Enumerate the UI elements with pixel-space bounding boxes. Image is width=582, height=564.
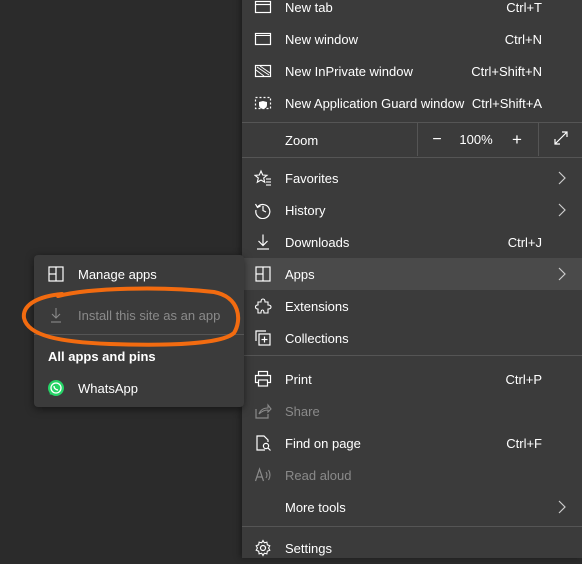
menu-item-label: Collections xyxy=(285,331,349,346)
menu-item-extensions[interactable]: Extensions xyxy=(242,290,582,322)
all-apps-heading: All apps and pins xyxy=(48,349,156,364)
menu-item-shortcut: Ctrl+P xyxy=(505,372,542,387)
menu-item-label: Read aloud xyxy=(285,468,352,483)
menu-item-label: Apps xyxy=(285,267,315,282)
apps-icon xyxy=(254,265,272,283)
menu-item-collections[interactable]: Collections xyxy=(242,322,582,354)
menu-item-new-application-guard-window[interactable]: New Application Guard window Ctrl+Shift+… xyxy=(242,87,582,119)
menu-item-label: New tab xyxy=(285,0,333,15)
menu-divider xyxy=(242,355,582,356)
chevron-right-icon xyxy=(556,203,568,217)
menu-item-shortcut: Ctrl+T xyxy=(506,0,542,15)
menu-item-label: History xyxy=(285,203,326,218)
fullscreen-button[interactable] xyxy=(538,123,582,156)
menu-item-more-tools[interactable]: More tools xyxy=(242,491,582,523)
menu-item-find-on-page[interactable]: Find on page Ctrl+F xyxy=(242,427,582,459)
menu-item-label: Downloads xyxy=(285,235,350,250)
menu-item-history[interactable]: History xyxy=(242,194,582,226)
menu-divider xyxy=(242,157,582,158)
menu-item-read-aloud[interactable]: Read aloud xyxy=(242,459,582,491)
menu-divider xyxy=(242,526,582,527)
favorites-icon xyxy=(254,169,272,187)
apps-submenu: Manage apps Install this site as an app … xyxy=(34,255,244,407)
gear-icon xyxy=(254,539,272,557)
share-icon xyxy=(254,402,272,420)
menu-item-label: More tools xyxy=(285,500,346,515)
print-icon xyxy=(254,370,272,388)
menu-item-label: New InPrivate window xyxy=(285,64,413,79)
chevron-right-icon xyxy=(556,500,568,514)
menu-item-apps[interactable]: Apps xyxy=(242,258,582,290)
menu-item-label: Extensions xyxy=(285,299,349,314)
menu-item-new-inprivate-window[interactable]: New InPrivate window Ctrl+Shift+N xyxy=(242,55,582,87)
minus-icon: − xyxy=(432,130,442,148)
plus-icon: + xyxy=(512,129,522,149)
history-icon xyxy=(254,201,272,219)
menu-item-label: Share xyxy=(285,404,320,419)
menu-item-shortcut: Ctrl+Shift+A xyxy=(471,96,542,111)
download-icon xyxy=(47,306,65,324)
menu-item-settings[interactable]: Settings xyxy=(242,532,582,564)
menu-item-favorites[interactable]: Favorites xyxy=(242,162,582,194)
zoom-control: Zoom − 100% + xyxy=(242,123,582,157)
menu-item-label: Favorites xyxy=(285,171,339,186)
menu-item-shortcut: Ctrl+J xyxy=(507,235,542,250)
apps-icon xyxy=(47,265,65,283)
menu-item-shortcut: Ctrl+Shift+N xyxy=(471,64,542,79)
browser-settings-menu: New tab Ctrl+T New window Ctrl+N New InP… xyxy=(242,0,582,558)
menu-item-label: Settings xyxy=(285,541,332,556)
menu-item-label: New window xyxy=(285,32,358,47)
menu-item-new-tab[interactable]: New tab Ctrl+T xyxy=(242,0,582,23)
whatsapp-label: WhatsApp xyxy=(78,381,138,396)
menu-item-shortcut: Ctrl+F xyxy=(506,436,542,451)
menu-item-new-window[interactable]: New window Ctrl+N xyxy=(242,23,582,55)
read-aloud-icon xyxy=(254,466,272,484)
inprivate-icon xyxy=(254,62,272,80)
menu-item-label: New Application Guard window xyxy=(285,96,465,111)
extensions-icon xyxy=(254,297,272,315)
menu-item-print[interactable]: Print Ctrl+P xyxy=(242,363,582,395)
install-site-label: Install this site as an app xyxy=(78,308,221,323)
new-window-icon xyxy=(254,30,272,48)
zoom-label: Zoom xyxy=(285,133,319,148)
manage-apps-label: Manage apps xyxy=(78,267,157,282)
menu-item-downloads[interactable]: Downloads Ctrl+J xyxy=(242,226,582,258)
download-icon xyxy=(254,233,272,251)
menu-item-share[interactable]: Share xyxy=(242,395,582,427)
application-guard-icon xyxy=(254,94,272,112)
submenu-divider xyxy=(34,334,244,335)
menu-item-label: Print xyxy=(285,372,312,387)
find-icon xyxy=(254,434,272,452)
zoom-out-button[interactable]: − xyxy=(417,123,456,156)
whatsapp-icon xyxy=(47,379,65,397)
chevron-right-icon xyxy=(556,171,568,185)
new-tab-icon xyxy=(254,0,272,16)
whatsapp-app-item[interactable]: WhatsApp xyxy=(34,373,244,403)
zoom-value: 100% xyxy=(459,132,493,147)
zoom-level: 100% xyxy=(455,123,497,156)
install-site-as-app-item[interactable]: Install this site as an app xyxy=(34,300,244,330)
menu-item-shortcut: Ctrl+N xyxy=(504,32,542,47)
chevron-right-icon xyxy=(556,267,568,281)
fullscreen-icon xyxy=(553,130,569,149)
manage-apps-item[interactable]: Manage apps xyxy=(34,259,244,289)
collections-icon xyxy=(254,329,272,347)
menu-item-label: Find on page xyxy=(285,436,361,451)
zoom-in-button[interactable]: + xyxy=(497,123,537,156)
